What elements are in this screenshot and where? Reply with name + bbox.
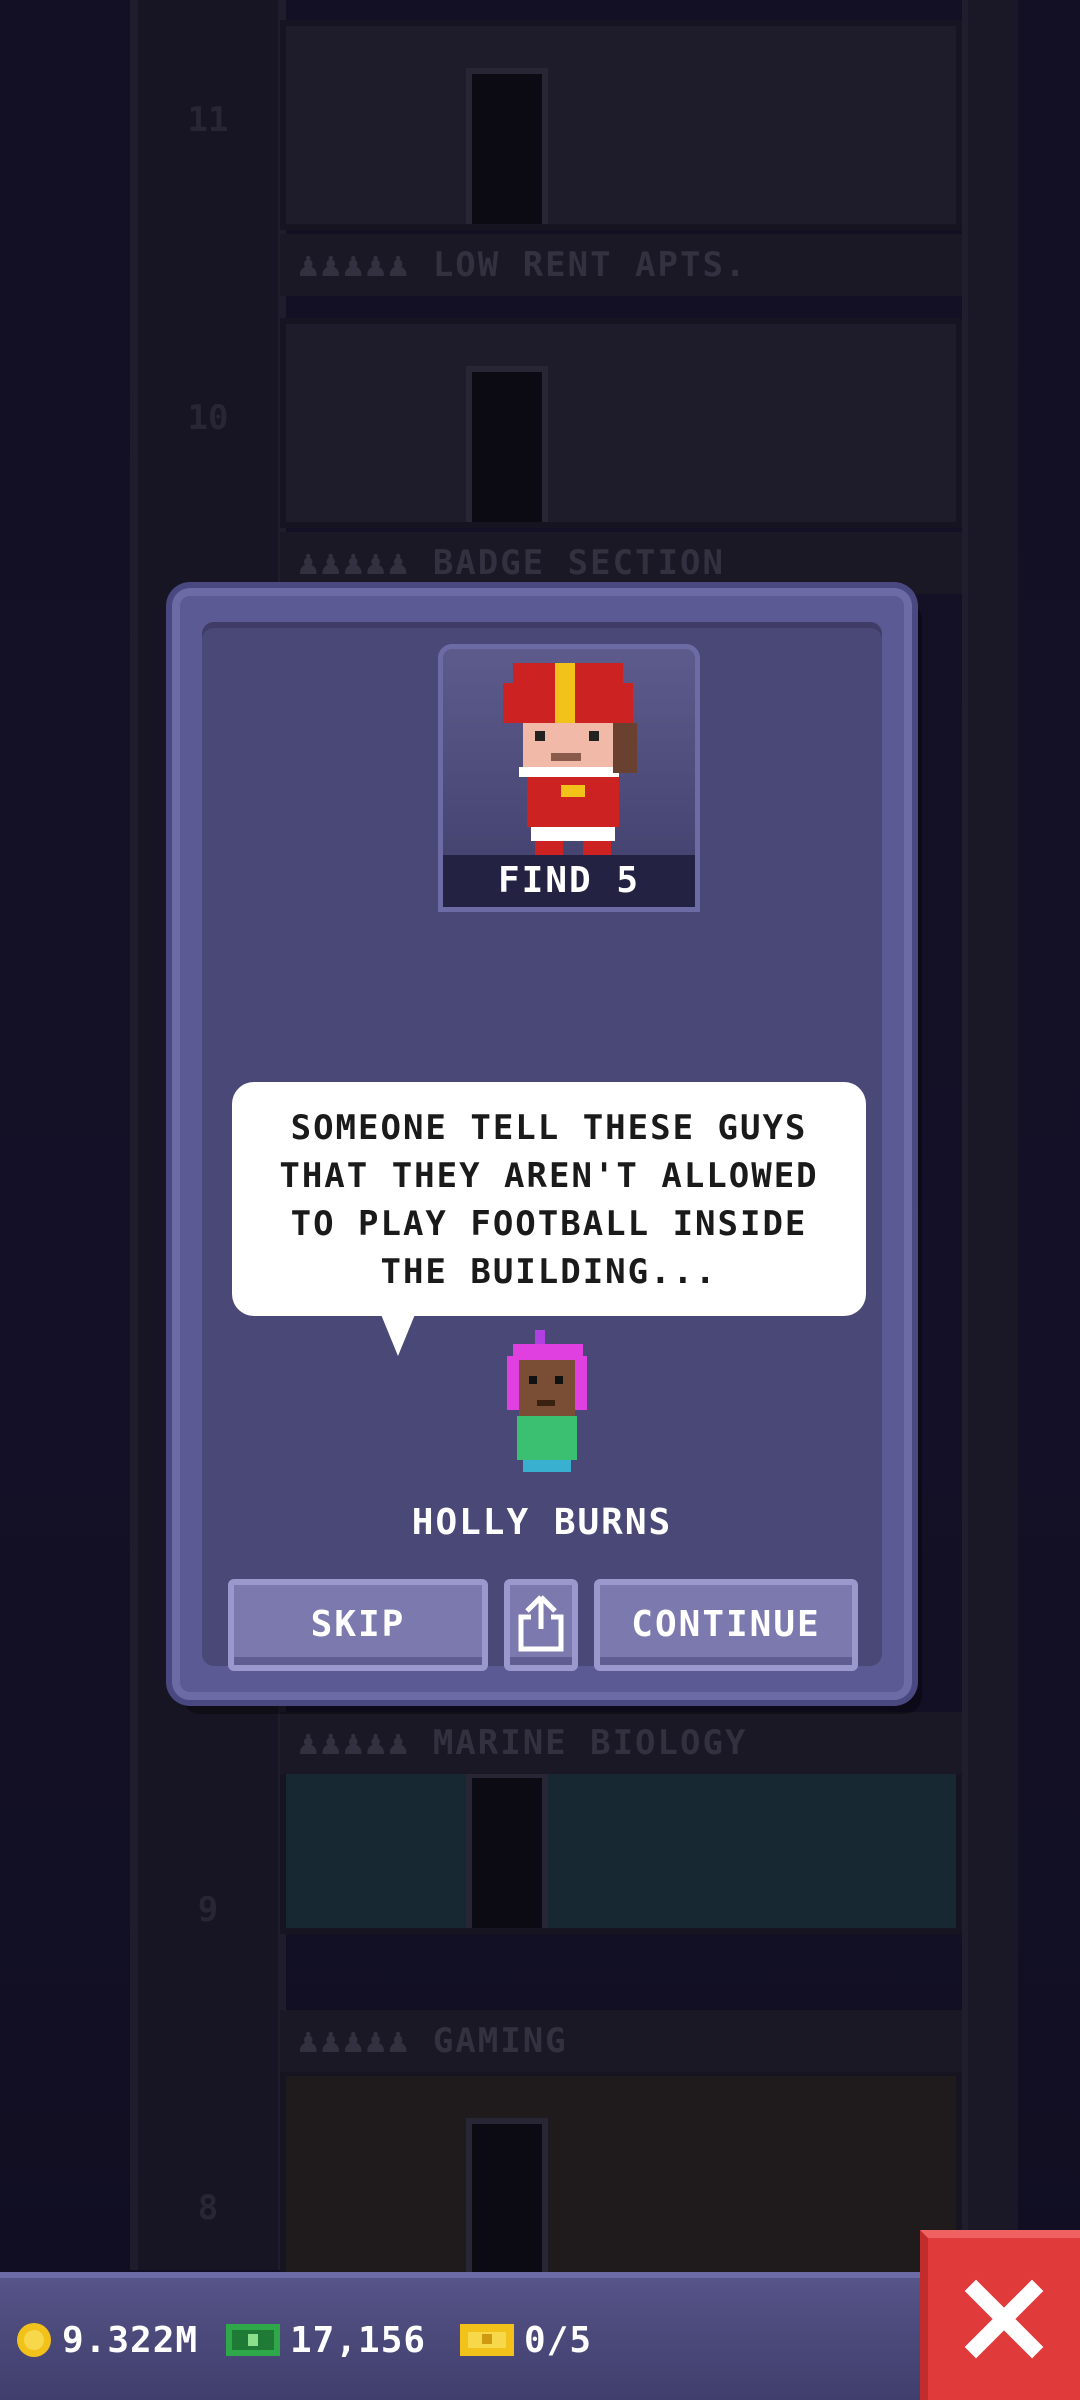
speech-bubble: SOMEONE TELL THESE GUYS THAT THEY AREN'T… (232, 1082, 866, 1316)
speech-line: TO PLAY FOOTBALL INSIDE (290, 1204, 808, 1244)
continue-button[interactable]: CONTINUE (594, 1579, 858, 1671)
skip-button[interactable]: SKIP (228, 1579, 488, 1671)
mission-dialog: FIND 5 SOMEONE TELL THESE GUYS THAT THEY… (172, 588, 912, 1700)
close-icon (964, 2279, 1044, 2359)
mission-portrait-card: FIND 5 (438, 644, 700, 912)
speech-line: THE BUILDING... (380, 1252, 718, 1292)
football-player-icon (503, 663, 637, 855)
cash-icon (226, 2324, 280, 2356)
share-icon (518, 1595, 564, 1652)
speech-line: SOMEONE TELL THESE GUYS (290, 1108, 808, 1148)
ticket-icon (460, 2324, 514, 2356)
coins-value: 9.322M (62, 2319, 199, 2361)
close-button[interactable] (920, 2230, 1080, 2400)
speaker-avatar (507, 1330, 587, 1472)
tickets-stat: 0/5 (458, 2312, 592, 2368)
bottom-status-bar: 9.322M 17,156 0/5 (0, 2272, 920, 2400)
tickets-value: 0/5 (524, 2319, 593, 2361)
speaker-name: HOLLY BURNS (411, 1502, 673, 1543)
bux-value: 17,156 (290, 2319, 427, 2361)
speech-bubble-tail (380, 1312, 416, 1356)
coins-stat: 9.322M (14, 2312, 198, 2368)
dialog-panel: FIND 5 SOMEONE TELL THESE GUYS THAT THEY… (202, 622, 882, 1671)
speech-line: THAT THEY AREN'T ALLOWED (279, 1156, 819, 1196)
find-count-label: FIND 5 (443, 855, 695, 907)
coin-icon (17, 2323, 51, 2357)
share-button[interactable] (504, 1579, 578, 1671)
bux-stat: 17,156 (224, 2312, 426, 2368)
